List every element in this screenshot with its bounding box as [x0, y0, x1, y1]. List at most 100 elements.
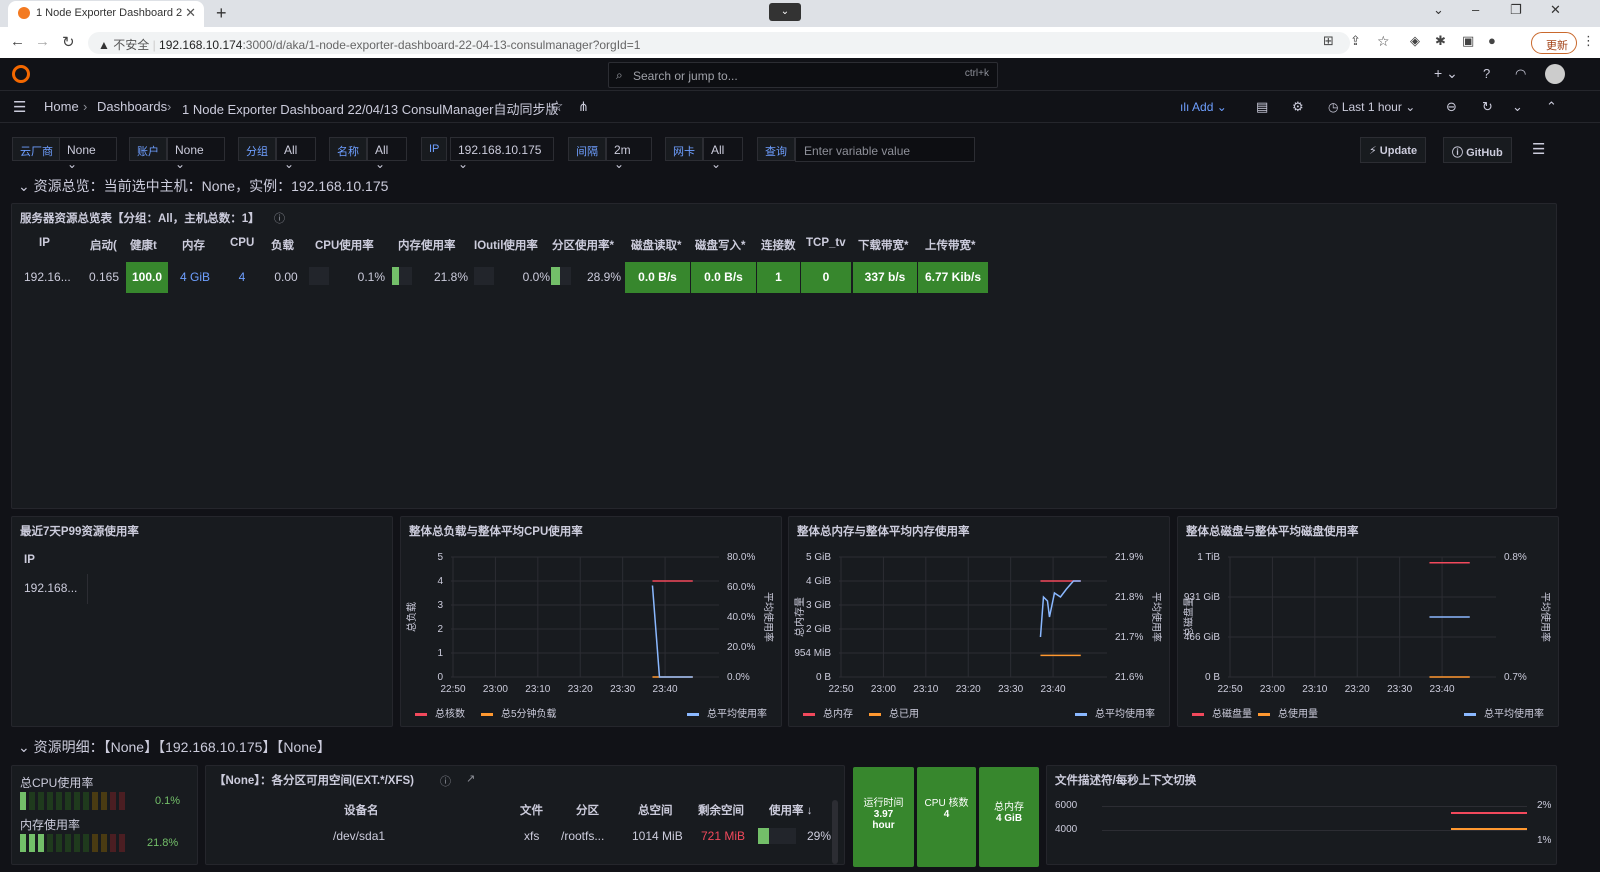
dashboard-menu-icon[interactable]: ☰	[1532, 140, 1545, 158]
table-cell: 0.1%	[357, 270, 385, 284]
table-cell: 100.0	[126, 262, 168, 293]
scrollbar[interactable]	[832, 800, 838, 864]
share-dashboard-icon[interactable]: ⋔	[578, 99, 589, 115]
zoom-out-icon[interactable]: ⊖	[1446, 99, 1457, 115]
breadcrumb-home[interactable]: Home	[44, 99, 79, 114]
share-icon[interactable]: ⇪	[1350, 33, 1361, 49]
profile-icon[interactable]: ●	[1488, 33, 1496, 48]
forward-icon[interactable]: →	[35, 33, 50, 50]
column-header[interactable]: 剩余空间	[698, 802, 744, 818]
column-header[interactable]: 启动(	[90, 237, 117, 253]
var-query-input[interactable]: Enter variable value	[795, 137, 975, 162]
help-icon[interactable]: ?	[1483, 66, 1490, 81]
legend-item[interactable]: 总平均使用率	[687, 705, 767, 720]
column-header[interactable]: CPU使用率	[315, 237, 374, 253]
extension-icon[interactable]: ◈	[1410, 33, 1420, 49]
legend-item[interactable]: 总内存	[803, 705, 853, 720]
browser-menu-icon[interactable]: ⋮	[1582, 33, 1595, 49]
row-detail-title[interactable]: ⌄ 资源明细：【None】【192.168.10.175】【None】	[18, 737, 331, 757]
save-icon[interactable]: ▤	[1256, 99, 1268, 115]
var-select-interval[interactable]: 2m ⌄	[606, 137, 652, 171]
column-header[interactable]: 负载	[271, 237, 294, 253]
x-tick-label: 23:20	[956, 684, 981, 695]
bar-gauge-cell	[47, 792, 53, 810]
tab-list-icon[interactable]: ⌄	[1433, 2, 1444, 18]
column-header[interactable]: 设备名	[344, 802, 379, 818]
column-header[interactable]: 磁盘读取*	[631, 237, 681, 253]
column-header[interactable]: 下载带宽*	[858, 237, 908, 253]
column-header[interactable]: 连接数	[761, 237, 796, 253]
legend-item[interactable]: 总平均使用率	[1464, 705, 1544, 720]
github-button[interactable]: ⓘ GitHub	[1443, 137, 1512, 163]
refresh-icon[interactable]: ↻	[1482, 99, 1493, 115]
update-button[interactable]: ⚡ Update	[1360, 137, 1427, 163]
add-button[interactable]: ılı Add ⌄	[1180, 100, 1227, 114]
legend-item[interactable]: 总使用量	[1258, 705, 1318, 720]
bookmark-star-icon[interactable]: ☆	[1377, 33, 1390, 50]
search-input[interactable]: ⌕ Search or jump to... ctrl+k	[608, 62, 998, 88]
user-avatar[interactable]	[1545, 64, 1565, 84]
grafana-logo-icon[interactable]	[12, 65, 30, 83]
y-tick-label: 0	[437, 672, 443, 683]
column-header[interactable]: IOutil使用率	[474, 237, 538, 253]
legend-label: 总内存	[823, 709, 853, 720]
legend-item[interactable]: 总核数	[415, 705, 465, 720]
column-header[interactable]: 文件	[520, 802, 543, 818]
column-header[interactable]: 内存	[182, 237, 205, 253]
tab-search-icon[interactable]: ⌄	[769, 3, 801, 21]
restore-icon[interactable]: ❐	[1510, 2, 1522, 18]
column-header[interactable]: 分区使用率*	[552, 237, 614, 253]
legend-item[interactable]: 总已用	[869, 705, 919, 720]
settings-gear-icon[interactable]: ⚙	[1292, 99, 1304, 115]
var-select-ip[interactable]: 192.168.10.175 ⌄	[450, 137, 554, 171]
breadcrumb-dashboards[interactable]: Dashboards	[97, 99, 167, 114]
info-icon[interactable]: ⓘ	[274, 210, 285, 226]
new-tab-icon[interactable]: +	[216, 3, 227, 24]
close-window-icon[interactable]: ✕	[1550, 2, 1561, 18]
collapse-icon[interactable]: ⌃	[1546, 99, 1557, 115]
star-icon[interactable]: ☆	[550, 97, 563, 115]
column-header[interactable]: 健康t	[130, 237, 157, 253]
bar-gauge-cell	[47, 834, 53, 852]
row-overview-title[interactable]: ⌄ 资源总览：当前选中主机：None，实例：192.168.10.175	[18, 176, 388, 196]
refresh-interval-icon[interactable]: ⌄	[1512, 99, 1523, 115]
column-header[interactable]: IP	[24, 554, 35, 566]
minimize-icon[interactable]: –	[1472, 2, 1479, 17]
column-header[interactable]: 使用率 ↓	[769, 802, 812, 818]
legend-item[interactable]: 总磁盘量	[1192, 705, 1252, 720]
var-select-name[interactable]: All ⌄	[367, 137, 407, 171]
table-cell: /rootfs...	[561, 829, 605, 843]
url-bar[interactable]: ▲ 不安全 | 192.168.10.174:3000/d/aka/1-node…	[88, 32, 1350, 54]
translate-icon[interactable]: ⊞	[1323, 33, 1334, 49]
var-select-account[interactable]: None ⌄	[167, 137, 225, 171]
var-select-nic[interactable]: All ⌄	[703, 137, 743, 171]
close-tab-icon[interactable]: ✕	[185, 5, 196, 21]
menu-icon[interactable]: ☰	[13, 98, 26, 116]
puzzle-icon[interactable]: ✱	[1435, 33, 1446, 49]
reload-icon[interactable]: ↻	[62, 33, 75, 51]
column-header[interactable]: CPU	[230, 237, 254, 249]
column-header[interactable]: 磁盘写入*	[695, 237, 745, 253]
info-icon[interactable]: ⓘ	[440, 773, 451, 789]
column-header[interactable]: 上传带宽*	[925, 237, 975, 253]
new-item-icon[interactable]: + ⌄	[1434, 65, 1458, 82]
legend-item[interactable]: 总平均使用率	[1075, 705, 1155, 720]
bar-gauge-cell	[74, 834, 80, 852]
browser-update-button[interactable]: 更新	[1531, 32, 1577, 54]
var-select-group[interactable]: All ⌄	[276, 137, 316, 171]
news-icon[interactable]: ◠	[1515, 66, 1526, 82]
column-header[interactable]: 总空间	[638, 802, 673, 818]
time-picker[interactable]: ◷ Last 1 hour ⌄	[1328, 100, 1415, 114]
column-header[interactable]: 内存使用率	[398, 237, 456, 253]
external-link-icon[interactable]: ↗	[466, 772, 475, 785]
browser-tab[interactable]: 1 Node Exporter Dashboard 2 ✕	[8, 1, 204, 27]
legend-item[interactable]: 总5分钟负载	[481, 705, 557, 720]
y2-tick-label: 0.7%	[1504, 672, 1527, 683]
column-header[interactable]: TCP_tv	[806, 237, 846, 249]
var-select-cloud[interactable]: None ⌄	[59, 137, 117, 171]
column-header[interactable]: IP	[39, 237, 50, 249]
sidepanel-icon[interactable]: ▣	[1462, 33, 1474, 49]
back-icon[interactable]: ←	[10, 33, 25, 50]
column-header[interactable]: 分区	[576, 802, 599, 818]
y-tick-label: 3 GiB	[806, 600, 831, 611]
